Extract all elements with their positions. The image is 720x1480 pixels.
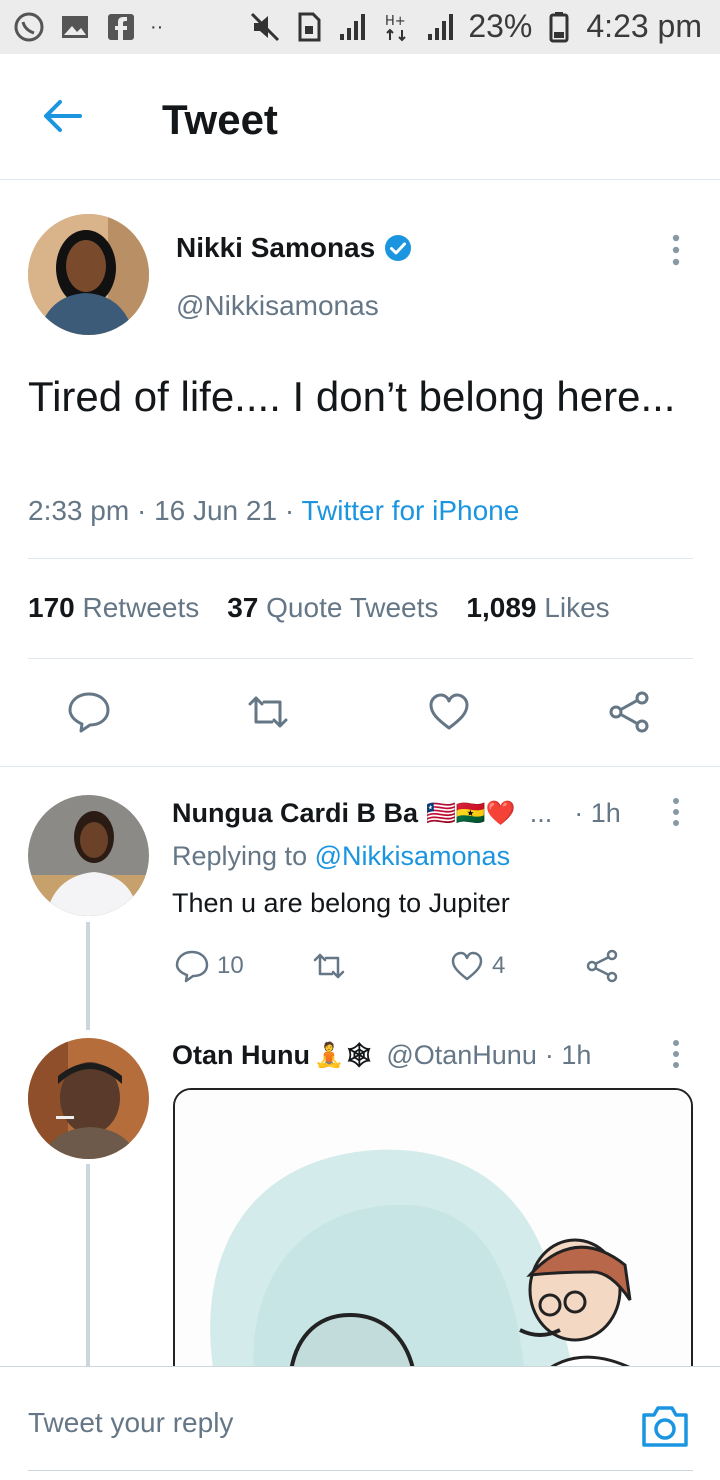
clock: 4:23 pm <box>586 8 702 44</box>
retweet-icon[interactable] <box>246 690 290 734</box>
reply-icon[interactable] <box>67 690 111 734</box>
tweet-date: 16 Jun 21 <box>154 495 278 526</box>
reply-author[interactable]: Nungua Cardi B Ba 🇱🇷🇬🇭❤️ ... · 1h <box>172 798 621 829</box>
divider-2 <box>28 658 693 659</box>
author-name[interactable]: Nikki Samonas <box>176 232 413 264</box>
retweets-label: Retweets <box>82 592 200 623</box>
author-avatar[interactable] <box>28 214 149 335</box>
status-bar: ·· H+ 23% 4:23 pm <box>0 0 720 54</box>
reply-retweet-button[interactable] <box>312 948 346 984</box>
gallery-icon <box>62 16 88 38</box>
reply-share-button[interactable] <box>585 948 619 984</box>
quotes-label: Quote Tweets <box>266 592 439 623</box>
reply-reply-button[interactable]: 10 <box>175 948 244 984</box>
share-icon <box>586 949 618 983</box>
mute-icon <box>251 12 280 41</box>
like-icon[interactable] <box>427 690 471 734</box>
thread-line-2 <box>86 1164 90 1366</box>
like-count: 4 <box>492 952 506 979</box>
share-icon[interactable] <box>607 690 651 734</box>
retweet-icon <box>313 953 345 979</box>
reply-author-name-2[interactable]: Otan Hunu <box>172 1040 310 1071</box>
tweet-text: Tired of life.... I don’t belong here... <box>28 373 676 420</box>
replying-prefix: Replying to <box>172 841 308 871</box>
page-title: Tweet <box>162 96 278 143</box>
tweet-time: 2:33 pm <box>28 495 130 526</box>
reply-composer: Tweet your reply <box>0 1366 720 1480</box>
tweet-stats: 170 Retweets 37 Quote Tweets 1,089 Likes <box>28 592 610 624</box>
app-header: Tweet <box>0 54 720 180</box>
section-divider <box>0 766 720 767</box>
composer-underline <box>28 1470 693 1471</box>
quotes-count: 37 <box>227 592 259 623</box>
tweet-actions <box>0 690 720 738</box>
quotes-stat[interactable]: 37 Quote Tweets <box>227 592 438 624</box>
camera-icon[interactable] <box>640 1401 690 1449</box>
reply-input[interactable]: Tweet your reply <box>28 1407 233 1439</box>
signal-icon <box>340 13 366 40</box>
reply-more-icon-2[interactable] <box>664 1038 688 1070</box>
whatsapp-icon <box>14 12 44 42</box>
name-ellipsis: ... <box>529 798 553 828</box>
reply-more-icon[interactable] <box>664 796 688 828</box>
reply-icon <box>175 950 209 983</box>
battery-percent: 23% <box>468 8 533 44</box>
reply-time: · 1h <box>574 798 621 828</box>
reply-avatar[interactable] <box>28 795 149 916</box>
author-handle[interactable]: @Nikkisamonas <box>176 290 379 322</box>
facebook-icon <box>108 14 134 40</box>
svg-text:H+: H+ <box>385 14 406 29</box>
replying-handle-link[interactable]: @Nikkisamonas <box>315 841 510 871</box>
meta-separator-2: · <box>284 495 295 526</box>
likes-count: 1,089 <box>466 592 537 623</box>
likes-label: Likes <box>544 592 610 623</box>
author-name-text[interactable]: Nikki Samonas <box>176 232 375 264</box>
likes-stat[interactable]: 1,089 Likes <box>466 592 609 624</box>
tweet-source-link[interactable]: Twitter for iPhone <box>301 495 519 526</box>
thread-line <box>86 922 90 1030</box>
reply-author-2[interactable]: Otan Hunu 🧘🕸 @OtanHunu · 1h <box>172 1040 591 1071</box>
divider <box>28 558 693 559</box>
more-options-icon[interactable] <box>664 232 688 268</box>
reply-author-name[interactable]: Nungua Cardi B Ba <box>172 798 418 829</box>
author-emoji: 🧘🕸 <box>313 1042 375 1069</box>
reply-time-2: · 1h <box>544 1040 592 1070</box>
retweets-count: 170 <box>28 592 75 623</box>
reply-like-button[interactable]: 4 <box>450 948 505 984</box>
like-icon <box>451 951 483 981</box>
battery-icon <box>549 11 569 42</box>
cartoon-image <box>175 1090 691 1376</box>
sim-icon <box>298 12 321 41</box>
reply-count: 10 <box>217 952 244 979</box>
arrow-left-icon[interactable] <box>40 94 84 138</box>
reply-avatar-2[interactable] <box>28 1038 149 1159</box>
more-notifications-icon: ·· <box>150 15 164 38</box>
flags-emoji: 🇱🇷🇬🇭❤️ <box>426 800 516 827</box>
reply-media-image[interactable] <box>173 1088 693 1378</box>
replying-to: Replying to @Nikkisamonas <box>172 841 510 872</box>
verified-badge-icon <box>385 235 412 261</box>
meta-separator: · <box>136 495 147 526</box>
retweets-stat[interactable]: 170 Retweets <box>28 592 199 624</box>
signal-icon-2 <box>428 13 454 40</box>
tweet-meta: 2:33 pm · 16 Jun 21 · Twitter for iPhone <box>28 495 519 527</box>
reply-text: Then u are belong to Jupiter <box>172 888 510 918</box>
reply-handle-2[interactable]: @OtanHunu <box>386 1040 537 1071</box>
hplus-icon: H+ <box>385 14 407 41</box>
